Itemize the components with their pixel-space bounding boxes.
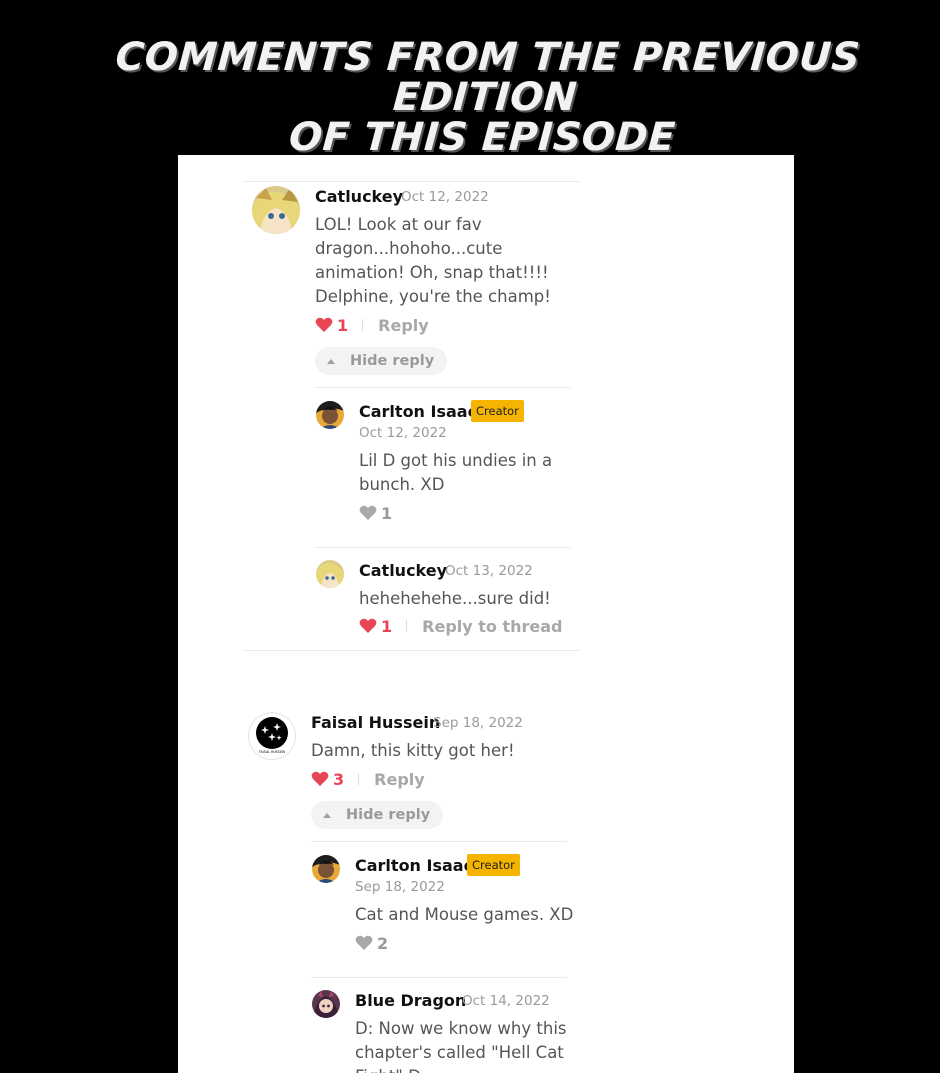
reply-divider	[311, 977, 567, 978]
like-count: 1	[381, 616, 393, 636]
banner-title-line2: OF THIS EPISODE	[287, 115, 677, 160]
comment-actions: 3 Reply	[311, 767, 425, 791]
reply-text: Lil D got his undies in a bunch. XD	[359, 451, 553, 494]
comments-panel: Catluckey Oct 12, 2022 LOL! Look at our …	[178, 155, 794, 1073]
reply-author[interactable]: Carlton Isaac	[355, 856, 473, 876]
reply-date: Oct 13, 2022	[445, 563, 533, 579]
reply-divider	[311, 841, 567, 842]
page: COMMENTS FROM THE PREVIOUS EDITION OF TH…	[0, 0, 940, 1073]
creator-avatar[interactable]	[316, 401, 344, 429]
reply-text: Cat and Mouse games. XD	[355, 905, 574, 924]
comment-text: Damn, this kitty got her!	[311, 741, 515, 760]
heart-icon[interactable]	[359, 505, 377, 521]
creator-avatar[interactable]	[312, 855, 340, 883]
reply-divider	[315, 387, 571, 388]
comment-author[interactable]: Catluckey	[315, 187, 403, 207]
reply-button[interactable]: Reply	[378, 316, 429, 335]
like-count: 3	[333, 769, 345, 789]
hide-reply-label: Hide reply	[350, 353, 435, 369]
comment-date: Sep 18, 2022	[433, 715, 523, 731]
creator-badge: Creator	[471, 400, 524, 422]
comment-author[interactable]: Faisal Hussein	[311, 713, 440, 733]
thread-divider	[242, 181, 580, 182]
reply-text: D: Now we know why this chapter's called…	[355, 1019, 567, 1073]
heart-icon[interactable]	[315, 317, 333, 333]
hide-reply-button[interactable]: Hide reply	[315, 347, 448, 375]
anime-girl-avatar[interactable]	[252, 186, 300, 234]
like-count: 1	[381, 503, 393, 523]
reply-date: Oct 14, 2022	[462, 993, 550, 1009]
reply-author[interactable]: Catluckey	[359, 561, 447, 581]
comment-text: LOL! Look at our fav dragon...hohoho...c…	[315, 215, 551, 306]
banner-title: COMMENTS FROM THE PREVIOUS EDITION OF TH…	[36, 35, 934, 160]
heart-icon[interactable]	[311, 771, 329, 787]
hide-reply-label: Hide reply	[346, 807, 431, 823]
reply-to-thread-button[interactable]: Reply to thread	[422, 617, 562, 636]
reply-date: Sep 18, 2022	[355, 879, 445, 895]
reply-actions: 1	[359, 501, 392, 525]
reply-button[interactable]: Reply	[374, 770, 425, 789]
heart-icon[interactable]	[355, 935, 373, 951]
action-separator	[406, 620, 408, 632]
reply-date: Oct 12, 2022	[359, 425, 447, 441]
anime-girl-avatar[interactable]	[316, 560, 344, 588]
reply-actions: 1 Reply to thread	[359, 614, 563, 638]
action-separator	[362, 319, 364, 331]
reply-author[interactable]: Carlton Isaac	[359, 402, 477, 422]
banner-title-line1: COMMENTS FROM THE PREVIOUS EDITION	[114, 35, 862, 120]
thread-divider	[242, 650, 580, 651]
hide-reply-button[interactable]: Hide reply	[311, 801, 444, 829]
heart-icon[interactable]	[359, 618, 377, 634]
dragon-girl-avatar[interactable]	[312, 990, 340, 1018]
caret-up-icon	[327, 358, 335, 364]
comment-actions: 1 Reply	[315, 313, 429, 337]
stars-logo-avatar[interactable]: FAISAL HUSSEIN	[248, 712, 296, 760]
like-count: 2	[377, 933, 389, 953]
caret-up-icon	[323, 812, 331, 818]
reply-actions: 2	[355, 931, 388, 955]
reply-divider	[315, 547, 571, 548]
avatar-caption: FAISAL HUSSEIN	[259, 750, 285, 754]
creator-badge: Creator	[467, 854, 520, 876]
comment-date: Oct 12, 2022	[401, 189, 489, 205]
action-separator	[358, 773, 360, 785]
reply-author[interactable]: Blue Dragon	[355, 991, 466, 1011]
like-count: 1	[337, 315, 349, 335]
reply-text: hehehehehe...sure did!	[359, 589, 551, 608]
